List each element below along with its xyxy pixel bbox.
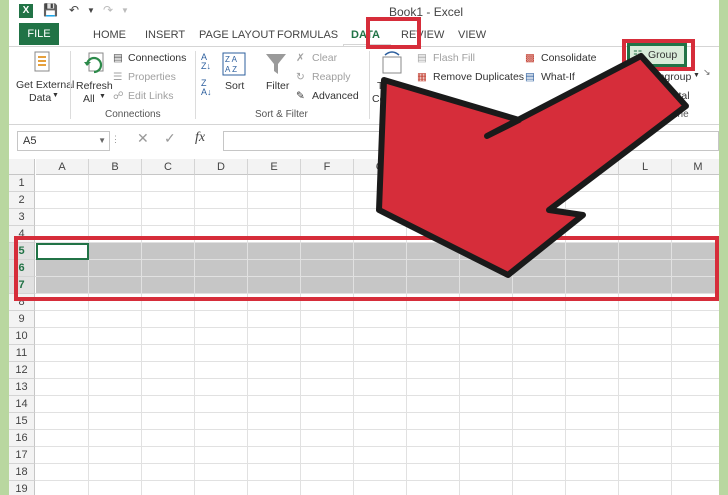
gridline [35,310,719,311]
gridline [88,175,89,495]
chevron-down-icon: ▼ [52,92,59,99]
reapply-icon: ↻ [296,71,305,83]
row-header-9[interactable]: 9 [9,311,35,328]
gridline [35,395,719,396]
row-header-15[interactable]: 15 [9,413,35,430]
gridline [35,344,719,345]
gridline [35,480,719,481]
column-header-f[interactable]: F [301,159,354,175]
column-header-d[interactable]: D [195,159,248,175]
row-header-18[interactable]: 18 [9,464,35,481]
title-bar: X 💾 ↶ ▼ ↷ ▼ Book1 - Excel [9,0,719,22]
tab-insert[interactable]: INSERT [145,26,185,44]
gridline [35,361,719,362]
advanced-filter-icon: ✎ [296,90,305,102]
tab-view[interactable]: VIEW [458,26,486,44]
gridline [141,175,142,495]
undo-icon[interactable]: ↶ [69,3,79,17]
select-all-corner[interactable] [9,159,35,175]
clear-filter-icon: ✗ [296,52,305,64]
gridline [35,412,719,413]
filter-funnel-icon [266,54,286,74]
insert-function-icon[interactable]: fx [195,130,205,146]
edit-links-icon: ☍ [113,90,124,102]
chevron-down-icon: ▼ [99,93,106,100]
gridline [35,429,719,430]
undo-dropdown-icon[interactable]: ▼ [87,6,95,15]
ribbon-tabs: HOME INSERT PAGE LAYOUT FORMULAS DATA RE… [9,22,719,69]
ribbon-separator [195,51,196,119]
excel-logo-icon: X [19,4,33,18]
svg-text:Z A: Z A [225,55,238,64]
tab-formulas[interactable]: FORMULAS [277,26,338,44]
row-header-2[interactable]: 2 [9,192,35,209]
sort-za-icon[interactable]: Z A↓ [201,79,212,97]
gridline [35,463,719,464]
gridline [35,378,719,379]
sort-filter-group-label: Sort & Filter [255,109,308,120]
enter-check-icon[interactable]: ✓ [164,130,176,147]
sort-icon: Z A A Z [222,52,246,76]
row-header-11[interactable]: 11 [9,345,35,362]
tab-page-layout[interactable]: PAGE LAYOUT [199,26,275,44]
column-header-e[interactable]: E [248,159,301,175]
row-header-16[interactable]: 16 [9,430,35,447]
row-header-3[interactable]: 3 [9,209,35,226]
gridline [247,175,248,495]
sort-az-icon[interactable]: A Z↓ [201,53,211,71]
row-header-19[interactable]: 19 [9,481,35,495]
name-box[interactable]: A5 ▼ [17,131,110,151]
gridline [35,327,719,328]
tab-file[interactable]: FILE [19,23,59,45]
excel-window: X 💾 ↶ ▼ ↷ ▼ Book1 - Excel HOME INSERT PA… [9,0,719,495]
row-header-10[interactable]: 10 [9,328,35,345]
svg-text:A Z: A Z [225,65,237,74]
row-header-12[interactable]: 12 [9,362,35,379]
column-header-b[interactable]: B [89,159,142,175]
red-arrow-icon [376,53,689,278]
save-icon[interactable]: 💾 [43,3,58,17]
data-tab-highlight [366,17,421,49]
tab-home[interactable]: HOME [93,26,126,44]
gridline [35,446,719,447]
connections-group-label: Connections [105,109,161,120]
ribbon-separator [70,51,71,119]
database-icon [34,51,50,72]
connections-icon: ▤ [113,52,123,64]
row-header-17[interactable]: 17 [9,447,35,464]
cancel-icon[interactable]: ✕ [137,130,149,147]
formula-bar-grip-icon: ⋮ [111,134,120,144]
properties-icon: ☰ [113,71,123,83]
chevron-down-icon: ▼ [98,136,106,145]
row-header-14[interactable]: 14 [9,396,35,413]
redo-icon[interactable]: ↷ [103,3,113,17]
refresh-icon [84,52,104,74]
gridline [353,175,354,495]
gridline [194,175,195,495]
column-header-c[interactable]: C [142,159,195,175]
gridline [300,175,301,495]
column-header-a[interactable]: A [36,159,89,175]
row-header-1[interactable]: 1 [9,175,35,192]
row-header-13[interactable]: 13 [9,379,35,396]
qa-dropdown-icon[interactable]: ▼ [121,6,129,15]
